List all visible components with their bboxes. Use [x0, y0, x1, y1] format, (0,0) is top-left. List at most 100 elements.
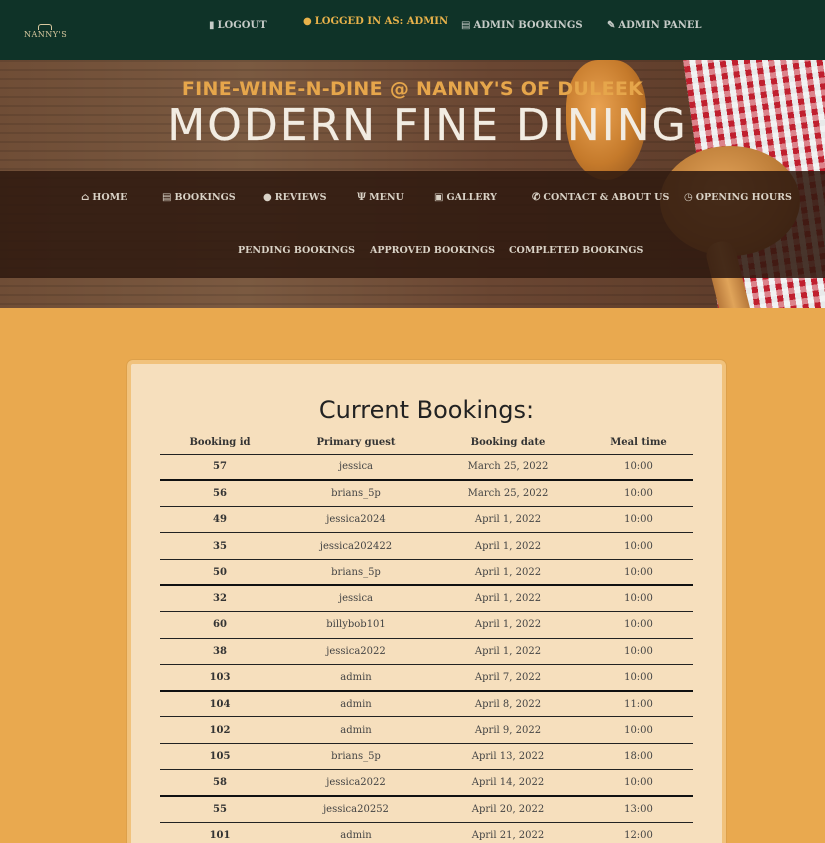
- time-cell: 10:00: [584, 664, 693, 692]
- hero-banner: FINE-WINE-N-DINE @ NANNY'S OF DULEEK MOD…: [0, 60, 825, 308]
- time-cell: 10:00: [584, 585, 693, 613]
- time-cell: 10:00: [584, 559, 693, 587]
- table-row[interactable]: 38 jessica2022 April 1, 2022 10:00: [160, 638, 693, 665]
- menu-bookings-label: BOOKINGS: [174, 192, 236, 203]
- menu-opening-hours[interactable]: ◷ OPENING HOURS: [684, 192, 792, 203]
- menu-contact[interactable]: ✆ CONTACT & ABOUT US: [532, 192, 669, 203]
- menu-reviews[interactable]: ● REVIEWS: [263, 192, 326, 203]
- guest-cell: jessica2022: [280, 769, 432, 797]
- table-row[interactable]: 101 admin April 21, 2022 12:00: [160, 822, 693, 843]
- logged-in-label: LOGGED IN AS: ADMIN: [314, 16, 449, 27]
- menu-gallery[interactable]: ▣ GALLERY: [434, 192, 497, 203]
- home-icon: ⌂: [81, 192, 90, 203]
- table-row[interactable]: 57 jessica March 25, 2022 10:00: [160, 454, 693, 482]
- table-row[interactable]: 105 brians_5p April 13, 2022 18:00: [160, 743, 693, 771]
- date-cell: April 20, 2022: [432, 795, 584, 823]
- admin-bookings-link[interactable]: ▤ ADMIN BOOKINGS: [461, 20, 583, 31]
- main-menu: ⌂ HOME ▤ BOOKINGS ● REVIEWS Ψ MENU ▣ GALLERY …: [0, 171, 825, 278]
- time-cell: 13:00: [584, 795, 693, 823]
- table-row[interactable]: 103 admin April 7, 2022 10:00: [160, 664, 693, 692]
- menu-home-label: HOME: [92, 192, 128, 203]
- col-meal-time: Meal time: [584, 432, 693, 455]
- table-row[interactable]: 50 brians_5p April 1, 2022 10:00: [160, 559, 693, 587]
- menu-bookings[interactable]: ▤ BOOKINGS: [162, 192, 236, 203]
- date-cell: March 25, 2022: [432, 480, 584, 508]
- menu-opening-hours-label: OPENING HOURS: [695, 192, 792, 203]
- bookings-title: Current Bookings:: [318, 396, 535, 424]
- admin-bookings-label: ADMIN BOOKINGS: [473, 20, 583, 31]
- table-row[interactable]: 58 jessica2022 April 14, 2022 10:00: [160, 769, 693, 797]
- book-icon: ▤: [461, 20, 471, 31]
- guest-cell: jessica2024: [280, 506, 432, 534]
- booking-id-cell: 103: [160, 664, 280, 692]
- book-icon: ▤: [162, 192, 172, 203]
- date-cell: April 1, 2022: [432, 611, 584, 639]
- menu-approved-bookings[interactable]: APPROVED BOOKINGS: [370, 245, 495, 256]
- logout-label: LOGOUT: [217, 20, 267, 31]
- guest-cell: admin: [280, 716, 432, 744]
- menu-completed-bookings-label: COMPLETED BOOKINGS: [509, 245, 644, 256]
- time-cell: 11:00: [584, 690, 693, 718]
- table-row[interactable]: 56 brians_5p March 25, 2022 10:00: [160, 480, 693, 508]
- admin-panel-link[interactable]: ✎ ADMIN PANEL: [607, 20, 702, 31]
- col-booking-date: Booking date: [432, 432, 584, 455]
- time-cell: 10:00: [584, 532, 693, 560]
- menu-completed-bookings[interactable]: COMPLETED BOOKINGS: [509, 245, 643, 256]
- booking-id-cell: 50: [160, 559, 280, 587]
- date-cell: April 1, 2022: [432, 506, 584, 534]
- cutlery-icon: Ψ: [357, 192, 367, 203]
- logged-in-indicator[interactable]: ● LOGGED IN AS: ADMIN: [303, 16, 448, 27]
- date-cell: April 14, 2022: [432, 769, 584, 797]
- menu-menu-label: MENU: [369, 192, 404, 203]
- table-row[interactable]: 32 jessica April 1, 2022 10:00: [160, 585, 693, 613]
- booking-id-cell: 101: [160, 822, 280, 843]
- time-cell: 10:00: [584, 506, 693, 534]
- table-row[interactable]: 49 jessica2024 April 1, 2022 10:00: [160, 506, 693, 534]
- date-cell: April 1, 2022: [432, 638, 584, 665]
- menu-pending-bookings[interactable]: PENDING BOOKINGS: [238, 245, 355, 256]
- gallery-icon: ▣: [434, 192, 444, 203]
- booking-id-cell: 105: [160, 743, 280, 771]
- booking-id-cell: 104: [160, 690, 280, 718]
- guest-cell: admin: [280, 664, 432, 692]
- menu-gallery-label: GALLERY: [446, 192, 497, 203]
- booking-id-cell: 58: [160, 769, 280, 797]
- hero-subtitle: MODERN FINE DINING: [167, 100, 688, 151]
- table-header-row: Booking id Primary guest Booking date Me…: [160, 432, 693, 455]
- booking-id-cell: 38: [160, 638, 280, 665]
- guest-cell: jessica20252: [280, 795, 432, 823]
- booking-id-cell: 57: [160, 454, 280, 482]
- booking-id-cell: 49: [160, 506, 280, 534]
- table-row[interactable]: 55 jessica20252 April 20, 2022 13:00: [160, 795, 693, 823]
- brand-logo[interactable]: NANNY'S: [24, 24, 67, 44]
- time-cell: 10:00: [584, 638, 693, 665]
- time-cell: 10:00: [584, 454, 693, 482]
- menu-pending-bookings-label: PENDING BOOKINGS: [238, 245, 355, 256]
- guest-cell: jessica: [280, 585, 432, 613]
- time-cell: 10:00: [584, 480, 693, 508]
- guest-cell: billybob101: [280, 611, 432, 639]
- logout-link[interactable]: ▮ LOGOUT: [209, 20, 267, 31]
- time-cell: 10:00: [584, 716, 693, 744]
- booking-id-cell: 55: [160, 795, 280, 823]
- date-cell: April 9, 2022: [432, 716, 584, 744]
- booking-id-cell: 60: [160, 611, 280, 639]
- booking-id-cell: 56: [160, 480, 280, 508]
- guest-cell: brians_5p: [280, 743, 432, 771]
- date-cell: April 13, 2022: [432, 743, 584, 771]
- top-navbar: NANNY'S ▮ LOGOUT ● LOGGED IN AS: ADMIN ▤ AD…: [0, 0, 825, 60]
- menu-menu[interactable]: Ψ MENU: [357, 192, 404, 203]
- guest-cell: jessica2022: [280, 638, 432, 665]
- table-row[interactable]: 35 jessica202422 April 1, 2022 10:00: [160, 532, 693, 560]
- bookings-card: Current Bookings: Booking id Primary gue…: [127, 360, 726, 843]
- table-row[interactable]: 104 admin April 8, 2022 11:00: [160, 690, 693, 718]
- booking-id-cell: 35: [160, 532, 280, 560]
- booking-id-cell: 102: [160, 716, 280, 744]
- time-cell: 10:00: [584, 611, 693, 639]
- user-icon: ●: [303, 16, 312, 27]
- menu-contact-label: CONTACT & ABOUT US: [543, 192, 670, 203]
- menu-home[interactable]: ⌂ HOME: [81, 192, 127, 203]
- table-row[interactable]: 102 admin April 9, 2022 10:00: [160, 716, 693, 744]
- table-row[interactable]: 60 billybob101 April 1, 2022 10:00: [160, 611, 693, 639]
- menu-approved-bookings-label: APPROVED BOOKINGS: [370, 245, 495, 256]
